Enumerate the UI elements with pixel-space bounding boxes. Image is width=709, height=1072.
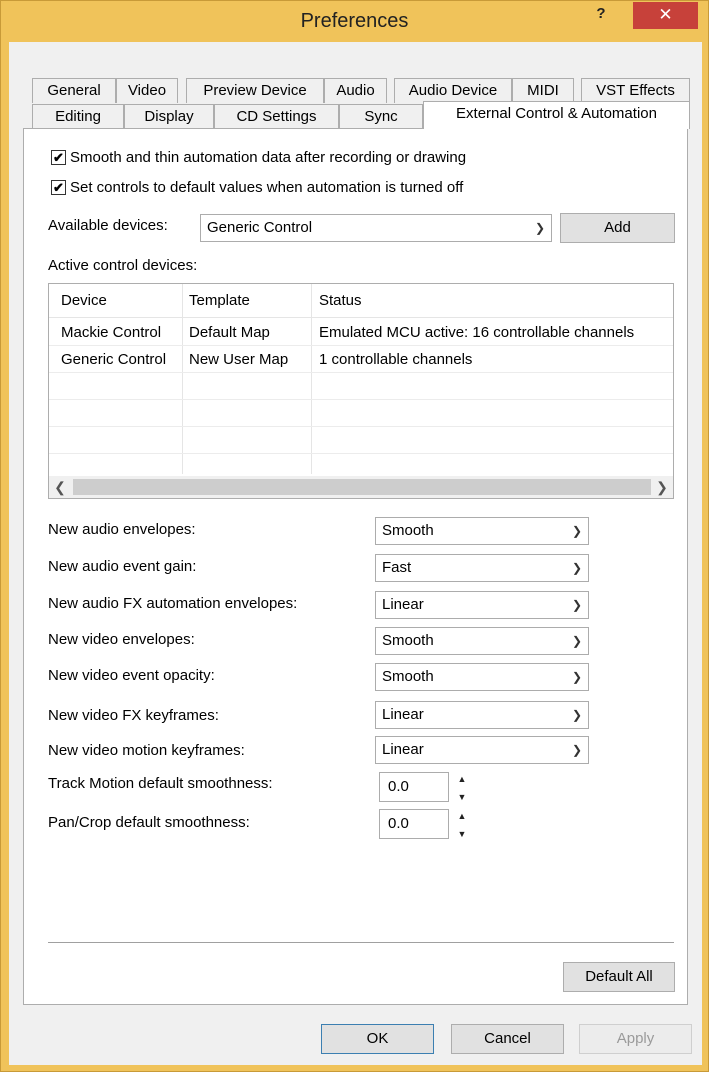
apply-button[interactable]: Apply	[579, 1024, 692, 1054]
default-all-button[interactable]: Default All	[563, 962, 675, 992]
list-item	[49, 373, 673, 400]
list-header: Device Template Status	[49, 284, 673, 318]
dropdown-value: Linear	[382, 706, 424, 723]
preferences-window: Preferences ? ✕ General Video Preview De…	[0, 0, 709, 1072]
set-defaults-label: Set controls to default values when auto…	[70, 179, 464, 196]
template-cell: New User Map	[189, 351, 289, 368]
dropdown-value: Fast	[382, 559, 412, 576]
status-cell: Emulated MCU active: 16 controllable cha…	[319, 324, 635, 341]
tab-sync[interactable]: Sync	[339, 104, 423, 129]
table-row[interactable]: Generic Control New User Map 1 controlla…	[49, 346, 673, 373]
cancel-button[interactable]: Cancel	[451, 1024, 564, 1054]
tab-video[interactable]: Video	[116, 78, 178, 103]
chevron-down-icon: ❯	[534, 221, 545, 235]
setting-label: New video FX keyframes:	[48, 707, 219, 724]
new-audio-fx-envelopes-dropdown[interactable]: Linear ❯	[375, 591, 589, 619]
table-row[interactable]: Mackie Control Default Map Emulated MCU …	[49, 319, 673, 346]
title-bar[interactable]: Preferences ? ✕	[1, 1, 708, 42]
tab-editing[interactable]: Editing	[32, 104, 124, 129]
new-video-motion-keyframes-dropdown[interactable]: Linear ❯	[375, 736, 589, 764]
scroll-left-icon[interactable]: ❮	[49, 476, 71, 498]
new-audio-event-gain-dropdown[interactable]: Fast ❯	[375, 554, 589, 582]
chevron-down-icon: ❯	[571, 524, 582, 538]
column-device[interactable]: Device	[55, 284, 107, 318]
dropdown-value: Linear	[382, 596, 424, 613]
tab-display[interactable]: Display	[124, 104, 214, 129]
setting-label: New video envelopes:	[48, 631, 195, 648]
active-devices-label: Active control devices:	[48, 257, 198, 274]
dropdown-value: Smooth	[382, 632, 434, 649]
new-audio-envelopes-dropdown[interactable]: Smooth ❯	[375, 517, 589, 545]
track-motion-spinner[interactable]: ▲ ▼	[454, 770, 470, 806]
setting-label: New video motion keyframes:	[48, 742, 245, 759]
column-status[interactable]: Status	[313, 284, 362, 318]
status-cell: 1 controllable channels	[319, 351, 473, 368]
setting-label: New audio FX automation envelopes:	[48, 595, 298, 612]
chevron-down-icon: ❯	[571, 708, 582, 722]
set-defaults-checkbox[interactable]: ✔ Set controls to default values when au…	[51, 179, 463, 196]
add-device-button[interactable]: Add	[560, 213, 675, 243]
close-button[interactable]: ✕	[633, 2, 698, 29]
chevron-down-icon: ❯	[571, 634, 582, 648]
chevron-down-icon: ❯	[571, 670, 582, 684]
scrollbar-thumb[interactable]	[73, 479, 651, 495]
tab-audio[interactable]: Audio	[324, 78, 387, 103]
template-cell: Default Map	[189, 324, 270, 341]
list-item	[49, 427, 673, 454]
checkmark-icon: ✔	[51, 180, 66, 195]
spin-down-icon[interactable]: ▼	[454, 788, 470, 806]
spin-up-icon[interactable]: ▲	[454, 807, 470, 825]
device-cell: Generic Control	[61, 351, 167, 368]
new-video-fx-keyframes-dropdown[interactable]: Linear ❯	[375, 701, 589, 729]
smooth-thin-checkbox[interactable]: ✔ Smooth and thin automation data after …	[51, 149, 466, 166]
smooth-thin-label: Smooth and thin automation data after re…	[70, 149, 467, 166]
available-devices-label: Available devices:	[48, 217, 168, 234]
horizontal-scrollbar[interactable]: ❮ ❯	[49, 476, 673, 498]
ok-button[interactable]: OK	[321, 1024, 434, 1054]
spin-up-icon[interactable]: ▲	[454, 770, 470, 788]
dropdown-value: Linear	[382, 741, 424, 758]
new-video-event-opacity-dropdown[interactable]: Smooth ❯	[375, 663, 589, 691]
setting-label: New audio event gain:	[48, 558, 197, 575]
help-button[interactable]: ?	[581, 3, 621, 29]
dropdown-value: Smooth	[382, 668, 434, 685]
tab-audio-device[interactable]: Audio Device	[394, 78, 512, 103]
tab-external-control-automation[interactable]: External Control & Automation	[423, 101, 690, 129]
spin-down-icon[interactable]: ▼	[454, 825, 470, 843]
tab-midi[interactable]: MIDI	[512, 78, 574, 103]
tab-preview-device[interactable]: Preview Device	[186, 78, 324, 103]
column-template[interactable]: Template	[183, 284, 250, 318]
device-cell: Mackie Control	[61, 324, 162, 341]
available-devices-value: Generic Control	[207, 219, 313, 236]
separator	[48, 942, 674, 943]
list-item	[49, 400, 673, 427]
chevron-down-icon: ❯	[571, 561, 582, 575]
chevron-down-icon: ❯	[571, 743, 582, 757]
setting-label: New audio envelopes:	[48, 521, 196, 538]
checkmark-icon: ✔	[51, 150, 66, 165]
setting-label: New video event opacity:	[48, 667, 215, 684]
chevron-down-icon: ❯	[571, 598, 582, 612]
track-motion-smoothness-input[interactable]: 0.0	[379, 772, 449, 802]
dropdown-value: Smooth	[382, 522, 434, 539]
tab-cd-settings[interactable]: CD Settings	[214, 104, 339, 129]
pan-crop-smoothness-input[interactable]: 0.0	[379, 809, 449, 839]
setting-label: Pan/Crop default smoothness:	[48, 814, 250, 831]
scroll-right-icon[interactable]: ❯	[651, 476, 673, 498]
pan-crop-spinner[interactable]: ▲ ▼	[454, 807, 470, 843]
tab-general[interactable]: General	[32, 78, 116, 103]
active-devices-list[interactable]: Device Template Status Mackie Control De…	[48, 283, 674, 499]
tab-vst-effects[interactable]: VST Effects	[581, 78, 690, 103]
available-devices-dropdown[interactable]: Generic Control ❯	[200, 214, 552, 242]
setting-label: Track Motion default smoothness:	[48, 775, 273, 792]
new-video-envelopes-dropdown[interactable]: Smooth ❯	[375, 627, 589, 655]
